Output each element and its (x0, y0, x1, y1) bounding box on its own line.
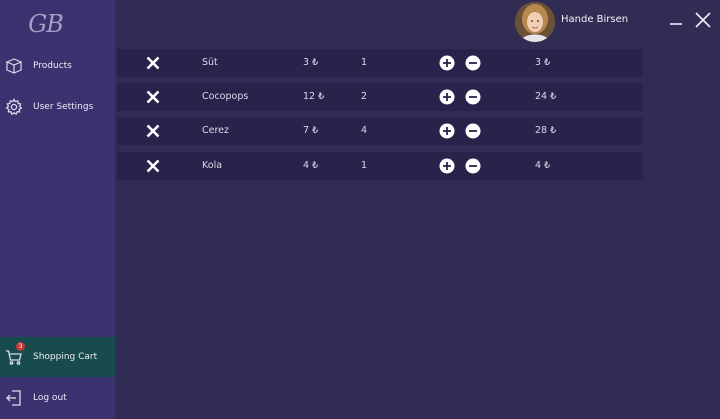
line-total: 3 ₺ (535, 57, 551, 68)
product-name: Cocopops (202, 91, 249, 102)
plus-circle-icon (439, 158, 455, 174)
gear-icon (4, 97, 24, 117)
close-icon (146, 159, 160, 173)
decrease-quantity-button[interactable] (465, 89, 481, 105)
close-icon (146, 124, 160, 138)
minus-circle-icon (465, 123, 481, 139)
cart-count-badge: 3 (16, 342, 25, 351)
minimize-button[interactable] (666, 10, 686, 30)
product-name: Süt (202, 57, 218, 68)
box-icon (4, 56, 24, 76)
minus-circle-icon (465, 89, 481, 105)
close-icon (146, 90, 160, 104)
quantity: 4 (361, 125, 368, 136)
unit-price: 12 ₺ (303, 91, 325, 102)
sidebar-item-log-out[interactable]: Log out (0, 378, 115, 418)
cart-row: Süt 3 ₺ 1 3 ₺ (117, 49, 643, 77)
close-icon (695, 12, 711, 28)
increase-quantity-button[interactable] (439, 123, 455, 139)
logo-text: GB (28, 10, 64, 38)
sidebar: GB Products User Settings 3 Shopping Car… (0, 0, 115, 419)
unit-price: 4 ₺ (303, 160, 319, 171)
top-bar (115, 0, 720, 44)
unit-price: 3 ₺ (303, 57, 319, 68)
logout-icon (4, 388, 24, 408)
app-logo: GB (0, 6, 115, 42)
remove-item-button[interactable] (145, 123, 161, 139)
quantity: 2 (361, 91, 368, 102)
decrease-quantity-button[interactable] (465, 55, 481, 71)
line-total: 4 ₺ (535, 160, 551, 171)
remove-item-button[interactable] (145, 158, 161, 174)
decrease-quantity-button[interactable] (465, 123, 481, 139)
quantity: 1 (361, 160, 368, 171)
sidebar-item-label: User Settings (33, 102, 94, 112)
close-icon (146, 56, 160, 70)
increase-quantity-button[interactable] (439, 89, 455, 105)
cart-icon: 3 (4, 342, 25, 367)
sidebar-item-label: Log out (33, 393, 67, 403)
avatar[interactable] (515, 2, 555, 42)
sidebar-item-label: Shopping Cart (33, 352, 98, 362)
quantity: 1 (361, 57, 368, 68)
sidebar-item-label: Products (33, 61, 72, 71)
plus-circle-icon (439, 89, 455, 105)
cart-row: Cocopops 12 ₺ 2 24 ₺ (117, 83, 643, 111)
sidebar-item-products[interactable]: Products (0, 46, 115, 86)
unit-price: 7 ₺ (303, 125, 319, 136)
minus-circle-icon (465, 55, 481, 71)
username: Hande Birsen (561, 14, 629, 25)
close-button[interactable] (693, 10, 713, 30)
decrease-quantity-button[interactable] (465, 158, 481, 174)
minimize-icon (670, 23, 682, 25)
line-total: 28 ₺ (535, 125, 557, 136)
remove-item-button[interactable] (145, 89, 161, 105)
increase-quantity-button[interactable] (439, 158, 455, 174)
sidebar-item-user-settings[interactable]: User Settings (0, 87, 115, 127)
line-total: 24 ₺ (535, 91, 557, 102)
plus-circle-icon (439, 55, 455, 71)
increase-quantity-button[interactable] (439, 55, 455, 71)
product-name: Kola (202, 160, 223, 171)
remove-item-button[interactable] (145, 55, 161, 71)
product-name: Cerez (202, 125, 230, 136)
cart-row: Cerez 7 ₺ 4 28 ₺ (117, 117, 643, 145)
cart-row: Kola 4 ₺ 1 4 ₺ (117, 152, 643, 180)
plus-circle-icon (439, 123, 455, 139)
sidebar-item-shopping-cart[interactable]: 3 Shopping Cart (0, 337, 115, 377)
minus-circle-icon (465, 158, 481, 174)
